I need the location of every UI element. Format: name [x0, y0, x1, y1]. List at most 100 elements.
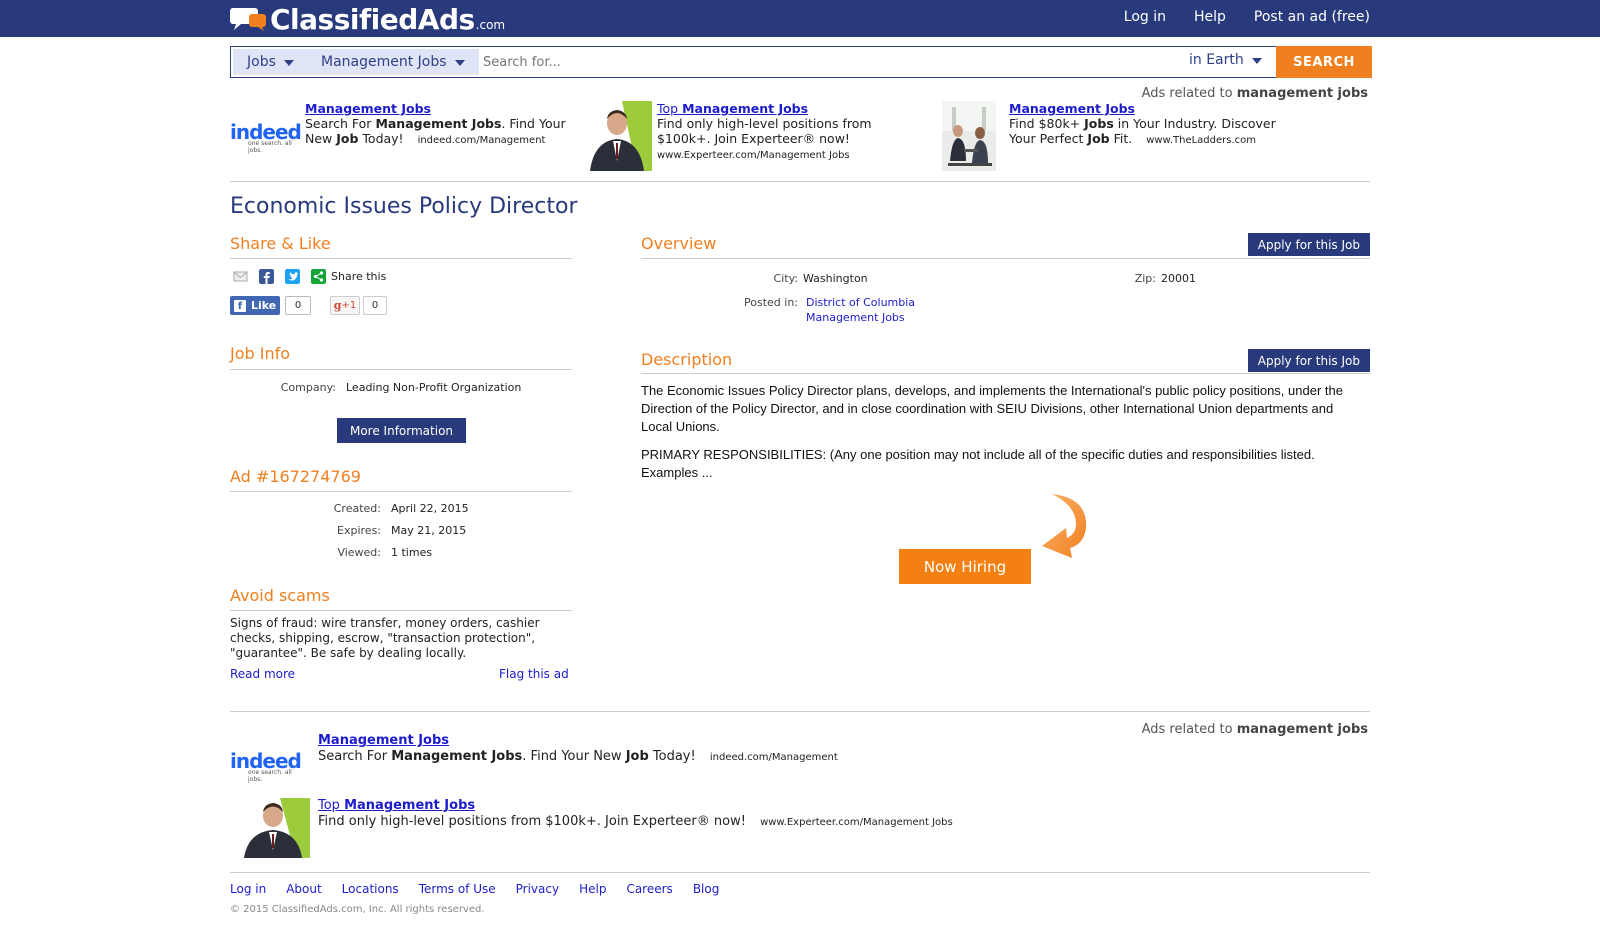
ad-url[interactable]: indeed.com/Management	[418, 135, 546, 146]
flag-ad-link[interactable]: Flag this ad	[499, 667, 569, 681]
like-label: Like	[251, 299, 277, 312]
ad-text: Search For	[318, 749, 392, 764]
twitter-icon[interactable]	[285, 269, 300, 284]
company-label: Company:	[280, 381, 336, 394]
google-plus-button[interactable]: g +1	[330, 296, 360, 315]
ad-text: Find $80k+	[1009, 116, 1085, 131]
more-information-button[interactable]: More Information	[337, 418, 466, 443]
footer-locations-link[interactable]: Locations	[342, 882, 399, 896]
posted-in-category-link[interactable]: Management Jobs	[806, 311, 905, 324]
logo-tld: .com	[475, 18, 506, 32]
footer-blog-link[interactable]: Blog	[693, 882, 720, 896]
ad-title-text: Management Jobs	[682, 101, 809, 116]
logo-wordmark: ClassifiedAds	[270, 2, 475, 36]
site-logo[interactable]: ClassifiedAds .com	[230, 2, 506, 36]
indeed-logo[interactable]: indeed one search. all jobs.	[230, 749, 302, 783]
footer-privacy-link[interactable]: Privacy	[516, 882, 559, 896]
now-hiring-button[interactable]: Now Hiring	[899, 549, 1031, 584]
avoid-scams-heading: Avoid scams	[230, 586, 330, 605]
created-value: April 22, 2015	[391, 502, 469, 515]
description-paragraph: The Economic Issues Policy Director plan…	[641, 383, 1343, 434]
viewed-value: 1 times	[391, 546, 433, 559]
ad-text: Management Jobs	[391, 749, 523, 764]
footer-careers-link[interactable]: Careers	[626, 882, 672, 896]
scams-text: Signs of fraud: wire transfer, money ord…	[230, 616, 540, 660]
ad-text: . Find Your	[501, 116, 566, 131]
posted-in-label: Posted in:	[744, 296, 798, 309]
overview-heading: Overview	[641, 234, 717, 253]
footer-terms-link[interactable]: Terms of Use	[419, 882, 496, 896]
gplus-label: +1	[341, 300, 357, 311]
ads-related-prefix: Ads related to	[1141, 86, 1233, 101]
ad-title-prefix: Top	[318, 798, 345, 813]
bottom-ad-1-title[interactable]: Management Jobs	[318, 733, 449, 748]
indeed-logo[interactable]: indeed one search. all jobs.	[230, 120, 302, 154]
ad-url[interactable]: indeed.com/Management	[710, 752, 838, 763]
footer-about-link[interactable]: About	[286, 882, 321, 896]
divider	[230, 491, 572, 492]
facebook-icon[interactable]	[259, 269, 274, 284]
ad-text: Your Perfect	[1009, 131, 1088, 146]
ad-title-text: Management Jobs	[344, 798, 476, 813]
apply-button[interactable]: Apply for this Job	[1247, 349, 1370, 372]
share-icon[interactable]	[311, 269, 326, 284]
ad-number-heading: Ad #167274769	[230, 467, 361, 486]
job-info-heading: Job Info	[230, 344, 291, 363]
gplus-count: 0	[363, 296, 387, 315]
ad-text: Job	[336, 131, 359, 146]
email-icon[interactable]	[233, 269, 248, 284]
chevron-down-icon	[283, 60, 294, 66]
ad-text: . Find Your New	[522, 749, 626, 764]
ad-text: Find only high-level positions from	[657, 116, 872, 131]
businessman-photo[interactable]	[582, 101, 652, 171]
post-ad-link[interactable]: Post an ad (free)	[1254, 9, 1370, 25]
share-heading: Share & Like	[230, 234, 331, 253]
chevron-down-icon	[1251, 58, 1262, 64]
apply-button[interactable]: Apply for this Job	[1247, 233, 1370, 256]
location-dropdown[interactable]: in Earth	[1189, 52, 1262, 68]
divider	[230, 369, 572, 370]
city-label: City:	[773, 272, 798, 285]
ad-url[interactable]: www.Experteer.com/Management Jobs	[760, 817, 953, 828]
read-more-link[interactable]: Read more	[230, 667, 295, 681]
ad-url[interactable]: www.TheLadders.com	[1146, 135, 1256, 146]
subcategory-dropdown[interactable]: Management Jobs	[307, 49, 479, 75]
share-this-link[interactable]: Share this	[331, 270, 386, 283]
bottom-ad-2-title[interactable]: Top Management Jobs	[318, 798, 475, 813]
office-meeting-photo[interactable]	[942, 101, 996, 171]
speech-bubble-icon	[230, 8, 266, 31]
top-ad-3: Management Jobs Find $80k+ Jobs in Your …	[1009, 101, 1289, 148]
posted-in-location-link[interactable]: District of Columbia	[806, 296, 915, 309]
top-ad-2-title[interactable]: Top Management Jobs	[657, 101, 808, 116]
search-button[interactable]: SEARCH	[1276, 46, 1372, 78]
ad-text: New	[305, 131, 337, 146]
category-label: Jobs	[247, 54, 276, 70]
bottom-ad-1: Management Jobs Search For Management Jo…	[318, 733, 838, 766]
login-link[interactable]: Log in	[1124, 9, 1166, 25]
facebook-like-button[interactable]: f Like	[230, 296, 280, 315]
businessman-photo[interactable]	[236, 798, 310, 858]
footer-login-link[interactable]: Log in	[230, 882, 266, 896]
bottom-ad-2: Top Management Jobs Find only high-level…	[318, 798, 953, 831]
ad-text: $100k+. Join Experteer® now!	[657, 131, 850, 146]
ad-url[interactable]: www.Experteer.com/Management Jobs	[657, 150, 850, 161]
footer-help-link[interactable]: Help	[579, 882, 606, 896]
search-input[interactable]	[481, 50, 1145, 74]
description-paragraph: PRIMARY RESPONSIBILITIES: (Any one posit…	[641, 447, 1315, 480]
help-link[interactable]: Help	[1194, 9, 1226, 25]
curved-arrow-icon	[1042, 494, 1087, 558]
company-value: Leading Non-Profit Organization	[346, 381, 522, 394]
ads-related-keyword: management jobs	[1236, 86, 1368, 101]
category-dropdown[interactable]: Jobs	[233, 49, 308, 75]
top-ad-2: Top Management Jobs Find only high-level…	[657, 101, 907, 163]
subcategory-label: Management Jobs	[321, 54, 447, 70]
top-ad-3-title[interactable]: Management Jobs	[1009, 101, 1135, 116]
ad-text: Management Jobs	[375, 116, 502, 131]
google-plus-icon: g	[333, 299, 342, 312]
expires-value: May 21, 2015	[391, 524, 467, 537]
top-ad-1-title[interactable]: Management Jobs	[305, 101, 431, 116]
viewed-label: Viewed:	[337, 546, 381, 559]
search-bar: Jobs Management Jobs in Earth SEARCH	[230, 46, 1372, 78]
divider	[641, 373, 1370, 374]
ad-text: Job	[1087, 131, 1110, 146]
